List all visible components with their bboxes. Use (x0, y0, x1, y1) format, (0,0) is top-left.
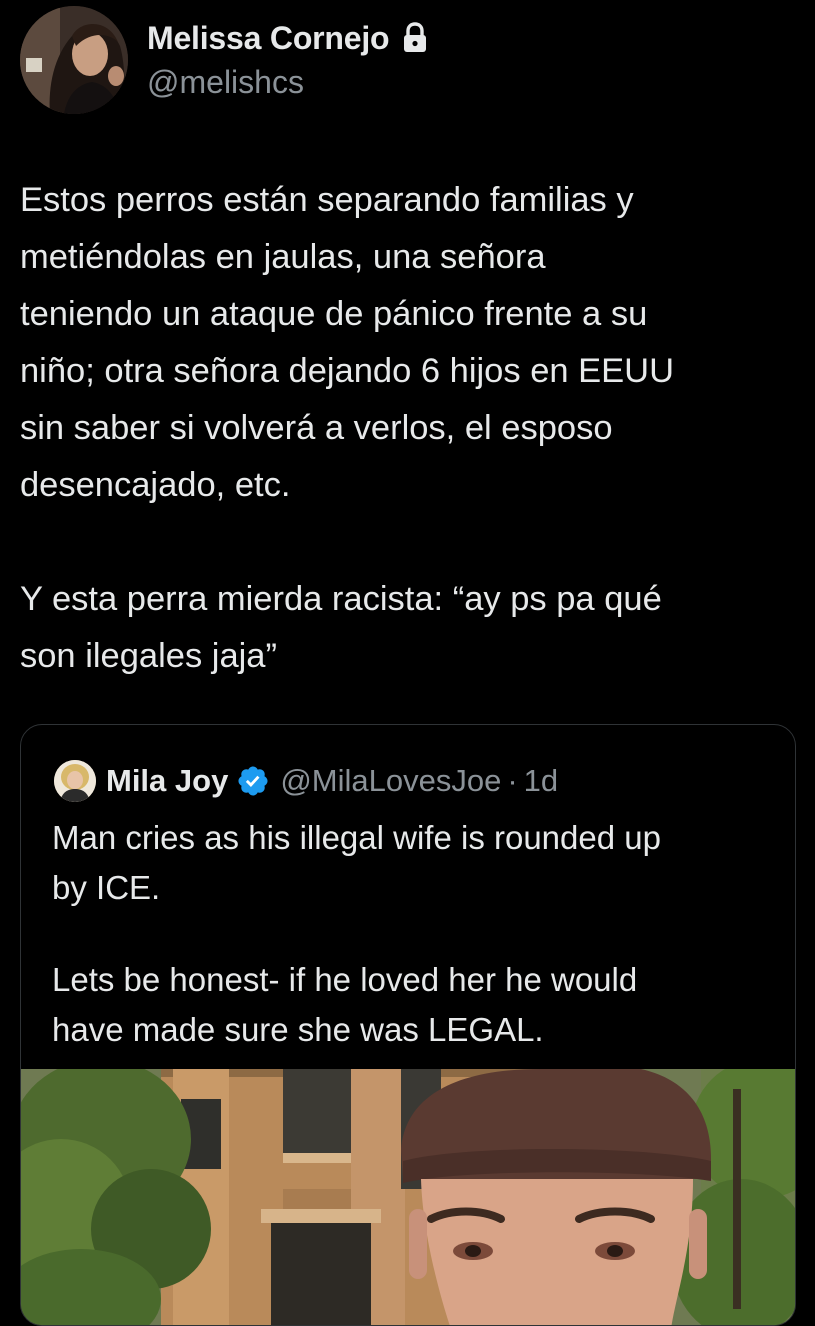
tweet-author: Melissa Cornejo @melishcs (20, 6, 795, 116)
quoted-timestamp[interactable]: 1d (524, 763, 558, 799)
quoted-tweet-text: Man cries as his illegal wife is rounded… (52, 813, 772, 1055)
author-name-line: Melissa Cornejo (147, 18, 429, 58)
quoted-line: Man cries as his illegal wife is rounded… (52, 819, 661, 856)
verified-badge-icon (236, 764, 270, 798)
author-avatar-image (20, 6, 128, 114)
tweet-line: Estos perros están separando familias y (20, 181, 634, 219)
tweet-line: desencajado, etc. (20, 466, 291, 504)
tweet-line: metiéndolas en jaulas, una señora (20, 238, 546, 276)
separator-dot: · (507, 763, 518, 798)
tweet-line: Y esta perra mierda racista: “ay ps pa q… (20, 580, 662, 618)
tweet-line: niño; otra señora dejando 6 hijos en EEU… (20, 352, 675, 390)
quoted-line: by ICE. (52, 869, 161, 906)
author-name[interactable]: Melissa Cornejo (147, 20, 390, 57)
quoted-author-name[interactable]: Mila Joy (106, 763, 228, 799)
quoted-tweet-header: Mila Joy @MilaLovesJoe · 1d (54, 759, 558, 803)
quoted-tweet-card[interactable]: Mila Joy @MilaLovesJoe · 1d Man cries as… (20, 724, 796, 1326)
tweet-line: teniendo un ataque de pánico frente a su (20, 295, 648, 333)
quoted-author-avatar[interactable] (54, 760, 96, 802)
tweet-text: Estos perros están separando familias y … (20, 172, 800, 685)
quoted-line: Lets be honest- if he loved her he would (52, 961, 638, 998)
author-handle[interactable]: @melishcs (147, 64, 304, 101)
quoted-avatar-image (54, 760, 96, 802)
tweet-line: son ilegales jaja” (20, 637, 277, 675)
lock-icon (401, 22, 429, 54)
video-thumbnail-image (21, 1069, 795, 1325)
quoted-author-handle[interactable]: @MilaLovesJoe (280, 763, 501, 799)
author-avatar[interactable] (20, 6, 128, 114)
quoted-line: have made sure she was LEGAL. (52, 1011, 544, 1048)
quoted-media-video[interactable] (21, 1069, 795, 1325)
tweet-line: sin saber si volverá a verlos, el esposo (20, 409, 613, 447)
